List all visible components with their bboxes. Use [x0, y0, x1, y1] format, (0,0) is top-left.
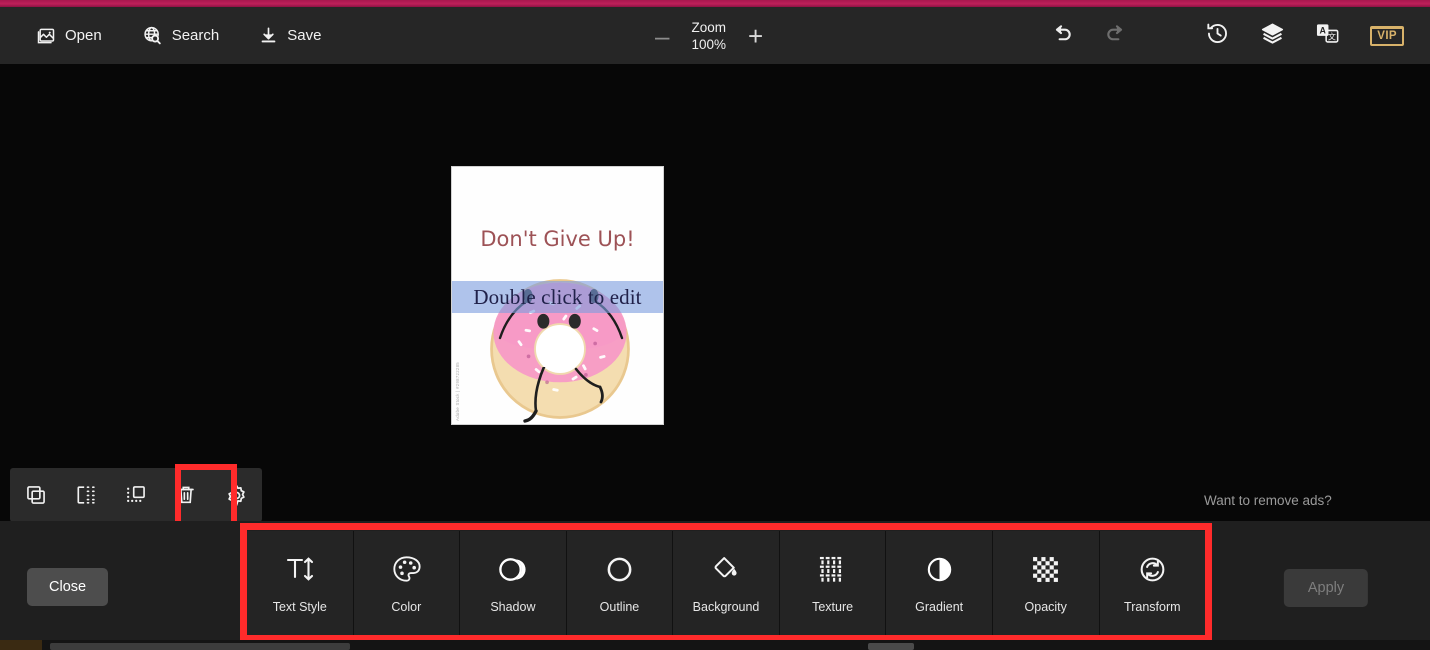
tool-label: Color [391, 600, 422, 614]
open-button[interactable]: Open [30, 21, 108, 51]
tool-opacity[interactable]: Opacity [992, 531, 1100, 635]
save-button[interactable]: Save [253, 21, 327, 50]
zoom-value: 100% [691, 36, 726, 52]
tool-label: Texture [812, 600, 854, 614]
texture-grid-icon [817, 552, 848, 586]
vip-badge[interactable]: VIP [1370, 25, 1404, 46]
tool-label: Transform [1124, 600, 1181, 614]
save-button-label: Save [287, 27, 322, 44]
paint-bucket-icon [711, 552, 742, 586]
artboard[interactable]: Adobe Stock | #298722285 Don't Give Up! [451, 166, 664, 425]
selected-text-layer-content: Double click to edit [473, 284, 642, 309]
canvas-stage[interactable]: Adobe Stock | #298722285 Don't Give Up! [0, 64, 1430, 521]
tool-transform[interactable]: Transform [1099, 531, 1206, 635]
undo-icon[interactable] [1051, 22, 1074, 50]
duplicate-icon[interactable] [24, 483, 48, 507]
selected-text-layer[interactable]: Double click to edit [452, 281, 663, 313]
zoom-in-button[interactable]: + [748, 23, 763, 49]
bring-to-front-icon[interactable] [124, 483, 148, 507]
tool-color[interactable]: Color [353, 531, 461, 635]
tool-background[interactable]: Background [673, 531, 780, 635]
layers-icon[interactable] [1260, 21, 1285, 51]
outline-circle-icon [604, 552, 635, 586]
open-button-label: Open [65, 27, 102, 44]
translate-icon[interactable]: A 文 [1315, 22, 1340, 50]
stock-watermark: Adobe Stock | #298722285 [455, 362, 460, 421]
svg-text:文: 文 [1328, 31, 1336, 41]
download-save-icon [259, 26, 278, 45]
tool-gradient[interactable]: Gradient [886, 531, 993, 635]
zoom-level-readout: Zoom 100% [691, 19, 726, 53]
search-button-label: Search [171, 27, 220, 44]
redo-icon[interactable] [1104, 22, 1127, 50]
donut-legs [523, 367, 604, 423]
zoom-out-button[interactable]: – [655, 23, 669, 49]
bottom-chip[interactable] [868, 643, 914, 650]
tool-label: Text Style [272, 600, 327, 614]
palette-icon [391, 552, 422, 586]
search-button[interactable]: Search [136, 20, 226, 51]
image-open-icon [36, 26, 56, 46]
tool-label: Background [692, 600, 760, 614]
flip-horizontal-icon[interactable] [74, 483, 98, 507]
checker-icon [1031, 552, 1060, 586]
shadow-circle-icon [497, 552, 528, 586]
apply-button[interactable]: Apply [1283, 569, 1369, 607]
tool-label: Gradient [915, 600, 964, 614]
tool-text-style[interactable]: Text Style [247, 531, 354, 635]
transform-refresh-icon [1137, 552, 1168, 586]
tool-shadow[interactable]: Shadow [460, 531, 567, 635]
bottom-sliver-accent [0, 640, 42, 650]
top-toolbar-left-group: Open Search Save [0, 20, 327, 51]
top-toolbar-right-group: A 文 VIP [1051, 7, 1404, 64]
close-button[interactable]: Close [27, 568, 109, 606]
tool-texture[interactable]: Texture [779, 531, 887, 635]
zoom-title: Zoom [691, 19, 726, 35]
tool-label: Opacity [1024, 600, 1067, 614]
delete-icon[interactable] [174, 483, 198, 507]
tool-outline[interactable]: Outline [566, 531, 674, 635]
image-editor-app: Open Search Save – Zoom 100% + A 文 VIP A… [0, 0, 1430, 650]
text-size-icon [284, 552, 316, 586]
top-toolbar: Open Search Save – Zoom 100% + A 文 VIP [0, 7, 1430, 64]
object-floating-toolbar [10, 468, 262, 522]
globe-search-icon [142, 25, 163, 46]
tool-label: Shadow [490, 600, 536, 614]
text-tools-strip: Text Style Color Shadow Outline Backgrou… [247, 531, 1206, 635]
brand-accent-strip [0, 0, 1430, 7]
tool-label: Outline [599, 600, 640, 614]
gear-icon[interactable] [224, 483, 248, 507]
headline-text-layer[interactable]: Don't Give Up! [452, 227, 663, 251]
remove-ads-link[interactable]: Want to remove ads? [1204, 493, 1332, 508]
contrast-circle-icon [924, 552, 955, 586]
history-icon[interactable] [1205, 21, 1230, 51]
zoom-control-group: – Zoom 100% + [655, 7, 763, 64]
bottom-scroll-bar[interactable] [50, 643, 350, 650]
